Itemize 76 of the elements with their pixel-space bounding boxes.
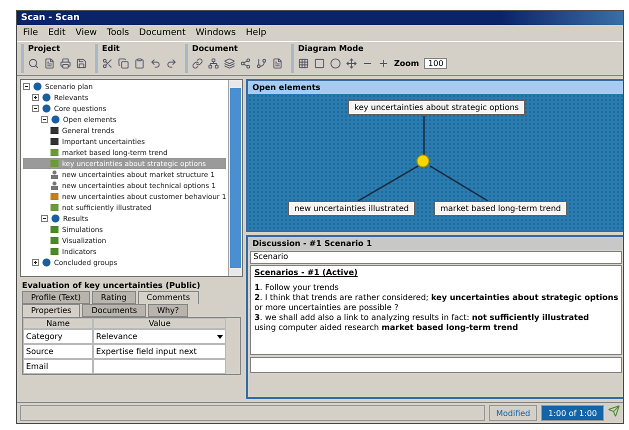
- message-line: 2. I think that trends are rather considered; key uncertainties about strategic options: [254, 293, 618, 302]
- panel-title: Evaluation of key uncertainties (Public): [21, 280, 202, 291]
- square-icon[interactable]: [314, 58, 325, 68]
- collapse-toggle[interactable]: [23, 83, 30, 90]
- menu-item[interactable]: View: [76, 28, 97, 38]
- tab[interactable]: Documents: [82, 304, 146, 317]
- link-icon[interactable]: [192, 58, 203, 68]
- menu-item[interactable]: Edit: [48, 28, 66, 38]
- table-cell: Category: [23, 329, 93, 344]
- globe-icon: [51, 214, 60, 223]
- message-input[interactable]: [250, 357, 622, 373]
- copy-icon[interactable]: [118, 58, 129, 68]
- column-header: Name: [23, 318, 93, 329]
- circle-icon[interactable]: [330, 58, 341, 68]
- value-field[interactable]: [93, 359, 226, 374]
- printer-icon[interactable]: [60, 58, 71, 68]
- message-line: 1. Follow your trends: [254, 283, 340, 292]
- move-icon[interactable]: [346, 58, 357, 68]
- menu-item[interactable]: File: [23, 28, 38, 38]
- scissors-icon[interactable]: [102, 58, 113, 68]
- column-header: Value: [93, 318, 226, 329]
- zoom-label: Zoom: [394, 58, 420, 68]
- search-icon[interactable]: [28, 58, 39, 68]
- toolbar-label: Diagram Mode: [298, 44, 365, 53]
- toolbar-label: Edit: [102, 44, 121, 53]
- value-dropdown[interactable]: Relevance: [93, 329, 226, 344]
- menu-item[interactable]: Help: [246, 28, 266, 38]
- table-cell: Source: [23, 344, 93, 359]
- hub-dot: [416, 154, 430, 168]
- collapse-toggle[interactable]: [32, 105, 39, 112]
- undo-icon[interactable]: [150, 58, 161, 68]
- tab[interactable]: Profile (Text): [22, 291, 90, 304]
- window-title: Scan - Scan: [17, 11, 623, 25]
- toolbar-label: Project: [28, 44, 62, 53]
- table-cell: Email: [23, 359, 93, 374]
- tab[interactable]: Rating: [92, 291, 136, 304]
- collapse-toggle[interactable]: [41, 116, 48, 123]
- send-icon[interactable]: [608, 405, 620, 417]
- tab[interactable]: Properties: [22, 304, 80, 317]
- panel-title: Discussion - #1 Scenario 1: [252, 239, 372, 248]
- message-line: using computer aided research market based long-term trend: [254, 323, 520, 332]
- message-heading: Scenarios - #1 (Active): [254, 268, 359, 277]
- toolbar-label: Document: [192, 44, 239, 53]
- grid-icon[interactable]: [298, 58, 309, 68]
- menu-item[interactable]: Windows: [196, 28, 236, 38]
- redo-icon[interactable]: [166, 58, 177, 68]
- person-icon: [50, 170, 59, 179]
- diagram-node[interactable]: new uncertainties illustrated: [288, 201, 415, 216]
- collapse-toggle[interactable]: [41, 215, 48, 222]
- expand-toggle[interactable]: [32, 259, 39, 266]
- branch-icon[interactable]: [256, 58, 267, 68]
- clipboard-icon[interactable]: [134, 58, 145, 68]
- share-icon[interactable]: [240, 58, 251, 68]
- menu-item[interactable]: Tools: [106, 28, 130, 38]
- zoom-field[interactable]: 100: [424, 58, 448, 68]
- save-icon[interactable]: [76, 58, 87, 68]
- network-icon[interactable]: [208, 58, 219, 68]
- person-icon: [50, 181, 59, 190]
- panel-title: Open elements: [252, 83, 320, 92]
- message-line: or more uncertainties are possible ?: [254, 303, 400, 312]
- diagram-node[interactable]: key uncertainties about strategic options: [348, 100, 525, 115]
- value-field[interactable]: Expertise field input next: [93, 344, 226, 359]
- diagram-node[interactable]: market based long-term trend: [434, 201, 567, 216]
- layers-icon[interactable]: [224, 58, 235, 68]
- expand-toggle[interactable]: [32, 94, 39, 101]
- menu-item[interactable]: Document: [139, 28, 186, 38]
- message-line: 3. we shall add also a link to analyzing results in fact: not sufficiently illustrated: [254, 313, 590, 322]
- plus-icon[interactable]: [378, 58, 389, 68]
- tab[interactable]: Why?: [148, 304, 188, 317]
- status-mode: Modified: [489, 405, 538, 421]
- topic-field[interactable]: Scenario: [250, 251, 622, 264]
- status-time: 1:00 of 1:00: [541, 405, 604, 421]
- caret-icon: [217, 334, 224, 338]
- scrollbar[interactable]: [228, 80, 242, 276]
- tab[interactable]: Comments: [138, 291, 200, 304]
- globe-icon: [42, 258, 51, 267]
